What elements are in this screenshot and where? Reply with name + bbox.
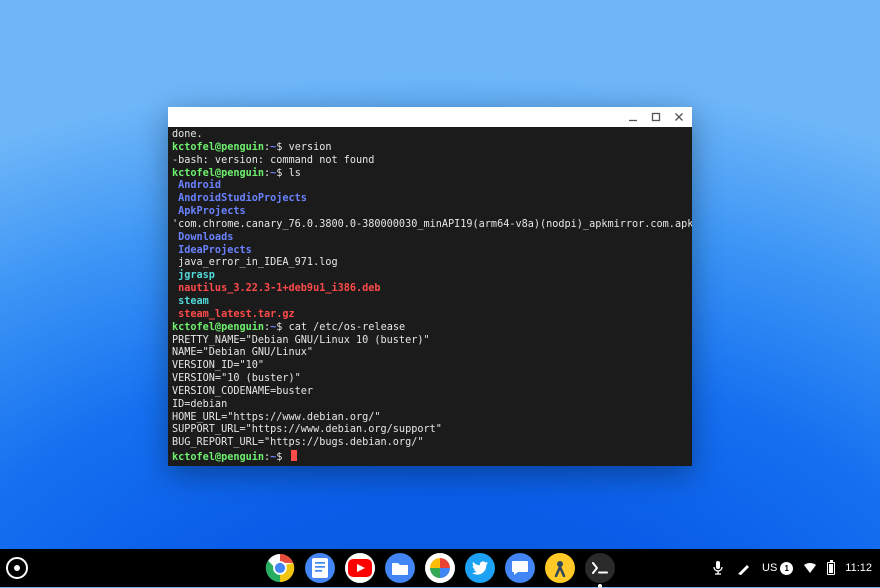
app-youtube[interactable] (345, 553, 375, 583)
terminal-output[interactable]: done.kctofel@penguin:~$ version-bash: ve… (168, 127, 692, 466)
shelf: US 1 11:12 (0, 549, 880, 587)
app-terminal[interactable] (585, 553, 615, 583)
terminal-line: Downloads (172, 232, 688, 245)
terminal-line: VERSION_ID="10" (172, 360, 688, 373)
terminal-line: kctofel@penguin:~$ cat /etc/os-release (172, 322, 688, 335)
terminal-line: done. (172, 129, 688, 142)
terminal-line: 'com.chrome.canary_76.0.3800.0-380000030… (172, 219, 688, 232)
terminal-line: steam_latest.tar.gz (172, 309, 688, 322)
terminal-line: jgrasp (172, 270, 688, 283)
minimize-button[interactable] (626, 110, 640, 124)
app-docs[interactable] (305, 553, 335, 583)
terminal-line: Android (172, 180, 688, 193)
stylus-icon[interactable] (736, 560, 752, 576)
terminal-line: java_error_in_IDEA_971.log (172, 257, 688, 270)
terminal-line: NAME="Debian GNU/Linux" (172, 347, 688, 360)
app-twitter[interactable] (465, 553, 495, 583)
status-area[interactable]: US 1 11:12 (710, 560, 872, 576)
input-method-indicator[interactable]: US 1 (762, 562, 793, 575)
microphone-icon[interactable] (710, 560, 726, 576)
terminal-window: done.kctofel@penguin:~$ version-bash: ve… (168, 107, 692, 466)
terminal-line: nautilus_3.22.3-1+deb9u1_i386.deb (172, 283, 688, 296)
app-android-studio[interactable] (545, 553, 575, 583)
terminal-line: ID=debian (172, 399, 688, 412)
app-chrome[interactable] (265, 553, 295, 583)
terminal-line: kctofel@penguin:~$ (172, 450, 688, 465)
window-titlebar[interactable] (168, 107, 692, 127)
wifi-icon (803, 562, 817, 574)
clock: 11:12 (845, 562, 872, 574)
terminal-line: SUPPORT_URL="https://www.debian.org/supp… (172, 424, 688, 437)
maximize-button[interactable] (649, 110, 663, 124)
terminal-line: kctofel@penguin:~$ ls (172, 168, 688, 181)
shelf-apps (265, 553, 615, 583)
notification-badge: 1 (780, 562, 793, 575)
battery-icon (827, 562, 835, 575)
terminal-line: ApkProjects (172, 206, 688, 219)
terminal-line: steam (172, 296, 688, 309)
launcher-button[interactable] (6, 557, 28, 579)
terminal-line: PRETTY_NAME="Debian GNU/Linux 10 (buster… (172, 335, 688, 348)
cursor (291, 450, 297, 461)
terminal-line: AndroidStudioProjects (172, 193, 688, 206)
app-messages[interactable] (505, 553, 535, 583)
app-photos[interactable] (425, 553, 455, 583)
terminal-line: HOME_URL="https://www.debian.org/" (172, 412, 688, 425)
terminal-line: BUG_REPORT_URL="https://bugs.debian.org/… (172, 437, 688, 450)
language-label: US (762, 562, 777, 574)
app-files[interactable] (385, 553, 415, 583)
terminal-line: VERSION="10 (buster)" (172, 373, 688, 386)
terminal-line: VERSION_CODENAME=buster (172, 386, 688, 399)
terminal-line: kctofel@penguin:~$ version (172, 142, 688, 155)
close-button[interactable] (672, 110, 686, 124)
terminal-line: IdeaProjects (172, 245, 688, 258)
terminal-line: -bash: version: command not found (172, 155, 688, 168)
